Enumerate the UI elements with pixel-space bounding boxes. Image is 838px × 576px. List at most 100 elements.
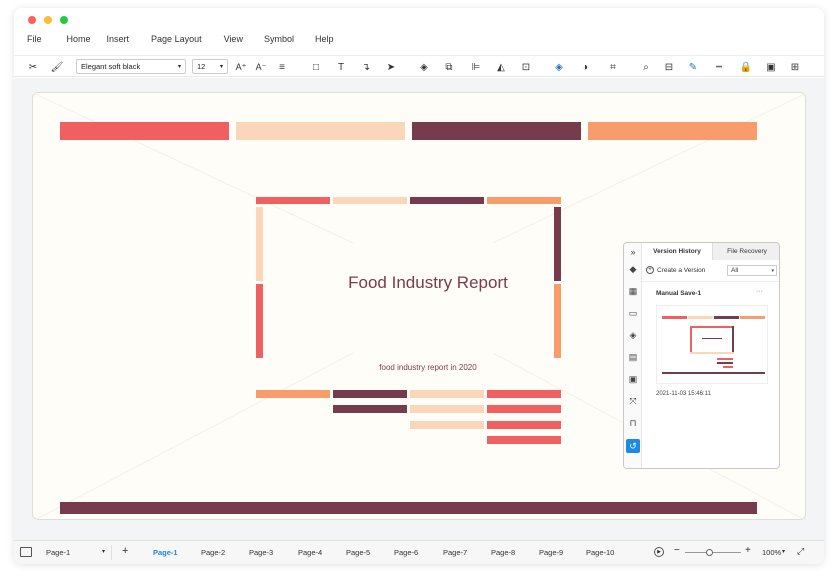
font-family-value: Elegant soft black xyxy=(81,62,141,71)
page-tab-6[interactable]: Page-6 xyxy=(394,548,418,557)
zoom-level[interactable]: 100% xyxy=(762,548,781,557)
menu-file[interactable]: File xyxy=(14,34,42,50)
close-window-button[interactable] xyxy=(28,16,36,24)
image-icon[interactable]: ▭ xyxy=(627,307,639,319)
menu-view[interactable]: View xyxy=(202,34,243,50)
size-icon[interactable]: ⊡ xyxy=(519,59,533,75)
top-bar-orange xyxy=(588,122,757,140)
minimize-window-button[interactable] xyxy=(44,16,52,24)
frame-bar xyxy=(410,197,484,204)
line-style-icon[interactable]: ┅ xyxy=(710,59,728,75)
decor-bar xyxy=(333,390,407,398)
format-painter-icon[interactable]: 🖌 xyxy=(50,59,64,75)
version-timestamp: 2021-11-03 15:46:11 xyxy=(656,391,711,397)
lock-icon[interactable]: 🔒 xyxy=(738,59,754,75)
version-filter-select[interactable]: All ▾ xyxy=(727,265,777,276)
paint-bucket-icon[interactable]: ◆ xyxy=(627,263,639,275)
text-icon[interactable]: T xyxy=(334,59,348,75)
top-bar-coral xyxy=(60,122,229,140)
chevron-down-icon: ▾ xyxy=(101,549,105,555)
zoom-slider[interactable] xyxy=(685,552,741,553)
cut-icon[interactable]: ✂ xyxy=(26,59,40,75)
page-tab-9[interactable]: Page-9 xyxy=(539,548,563,557)
grid-icon[interactable]: ▦ xyxy=(627,285,639,297)
font-size-value: 12 xyxy=(197,62,206,71)
frame-bar xyxy=(256,284,263,358)
decor-bar xyxy=(333,405,407,413)
group-icon[interactable]: ⧉ xyxy=(442,59,456,75)
decor-bar xyxy=(410,390,484,398)
page-tab-5[interactable]: Page-5 xyxy=(346,548,370,557)
connector-icon[interactable]: ↴ xyxy=(359,59,373,75)
more-icon[interactable]: ··· xyxy=(756,288,763,295)
frame-bar xyxy=(256,197,330,204)
layers-icon[interactable]: ◈ xyxy=(627,329,639,341)
version-history-panel: » ◆ ▦ ▭ ◈ ▤ ▣ ⤧ ⊓ ↺ Version History File… xyxy=(623,242,780,469)
font-size-select[interactable]: 12 ▾ xyxy=(192,59,228,74)
page-tab-10[interactable]: Page-10 xyxy=(586,548,614,557)
menu-home[interactable]: Home xyxy=(42,34,91,50)
zoom-slider-thumb[interactable] xyxy=(705,549,713,556)
tab-version-history[interactable]: Version History xyxy=(642,243,712,260)
fullscreen-icon[interactable]: ⤢ xyxy=(797,546,804,557)
fit-screen-icon[interactable]: ⤧ xyxy=(627,395,639,407)
page-panel-icon[interactable] xyxy=(20,547,32,557)
font-family-select[interactable]: Elegant soft black ▾ xyxy=(76,59,186,74)
crop-icon[interactable]: ⌗ xyxy=(604,59,622,75)
document-icon[interactable]: ▤ xyxy=(627,351,639,363)
fill-color-icon[interactable]: ◈ xyxy=(550,59,568,75)
image-gallery-icon[interactable]: ▣ xyxy=(627,373,639,385)
align-icon[interactable]: ≡ xyxy=(274,59,290,75)
page-select[interactable]: Page-1 ▾ xyxy=(40,545,112,560)
flip-icon[interactable]: ◭ xyxy=(494,59,508,75)
divider xyxy=(642,281,779,282)
line-color-icon[interactable]: ✎ xyxy=(684,59,702,75)
search-icon[interactable]: ⌕ xyxy=(639,59,653,75)
layers-icon[interactable]: ◈ xyxy=(417,59,431,75)
menu-page-layout[interactable]: Page Layout xyxy=(129,34,202,50)
shape-style-icon[interactable]: ◑ xyxy=(576,59,594,75)
menu-insert[interactable]: Insert xyxy=(91,34,130,50)
pointer-icon[interactable]: ➤ xyxy=(384,59,398,75)
page-tab-2[interactable]: Page-2 xyxy=(201,548,225,557)
more-tools-icon[interactable]: ⊞ xyxy=(786,59,804,75)
decor-bar xyxy=(410,421,484,429)
play-icon[interactable]: ▶ xyxy=(654,547,664,557)
slide-subtitle[interactable]: food industry report in 2020 xyxy=(273,363,583,372)
plus-icon: + xyxy=(646,266,654,274)
frame-bar xyxy=(554,284,561,358)
version-thumbnail[interactable] xyxy=(656,305,768,384)
chevron-down-icon: ▾ xyxy=(771,268,774,274)
top-bar-maroon xyxy=(412,122,581,140)
page-tab-3[interactable]: Page-3 xyxy=(249,548,273,557)
zoom-in-button[interactable]: + xyxy=(745,545,751,556)
decor-bar xyxy=(487,421,561,429)
version-filter-value: All xyxy=(731,267,739,274)
align-left-icon[interactable]: ⊫ xyxy=(469,59,483,75)
canvas-area[interactable]: Food Industry Report food industry repor… xyxy=(14,78,824,540)
slide-title[interactable]: Food Industry Report xyxy=(273,273,583,293)
chevron-down-icon[interactable]: ▾ xyxy=(782,548,785,555)
presentation-icon[interactable]: ⊓ xyxy=(627,417,639,429)
zoom-out-button[interactable]: − xyxy=(674,545,680,556)
add-page-button[interactable]: + xyxy=(122,545,128,557)
find-replace-icon[interactable]: ⊟ xyxy=(662,59,676,75)
page-tab-4[interactable]: Page-4 xyxy=(298,548,322,557)
frame-icon[interactable]: ▣ xyxy=(764,59,778,75)
decrease-font-icon[interactable]: A⁻ xyxy=(254,59,268,75)
page-tab-7[interactable]: Page-7 xyxy=(443,548,467,557)
collapse-icon[interactable]: » xyxy=(627,246,639,258)
thumbnail-preview xyxy=(662,316,765,374)
rectangle-icon[interactable]: □ xyxy=(309,59,323,75)
history-icon[interactable]: ↺ xyxy=(626,439,640,453)
maximize-window-button[interactable] xyxy=(60,16,68,24)
tab-file-recovery[interactable]: File Recovery xyxy=(712,243,779,260)
app-window: File Home Insert Page Layout View Symbol… xyxy=(14,8,824,564)
menu-symbol[interactable]: Symbol xyxy=(243,34,294,50)
menu-help[interactable]: Help xyxy=(294,34,334,50)
create-version-button[interactable]: + Create a Version xyxy=(646,266,705,274)
page-tab-8[interactable]: Page-8 xyxy=(491,548,515,557)
status-bar: Page-1 ▾ + Page-1 Page-2 Page-3 Page-4 P… xyxy=(14,540,824,564)
page-tab-1[interactable]: Page-1 xyxy=(153,548,178,557)
increase-font-icon[interactable]: A⁺ xyxy=(234,59,248,75)
